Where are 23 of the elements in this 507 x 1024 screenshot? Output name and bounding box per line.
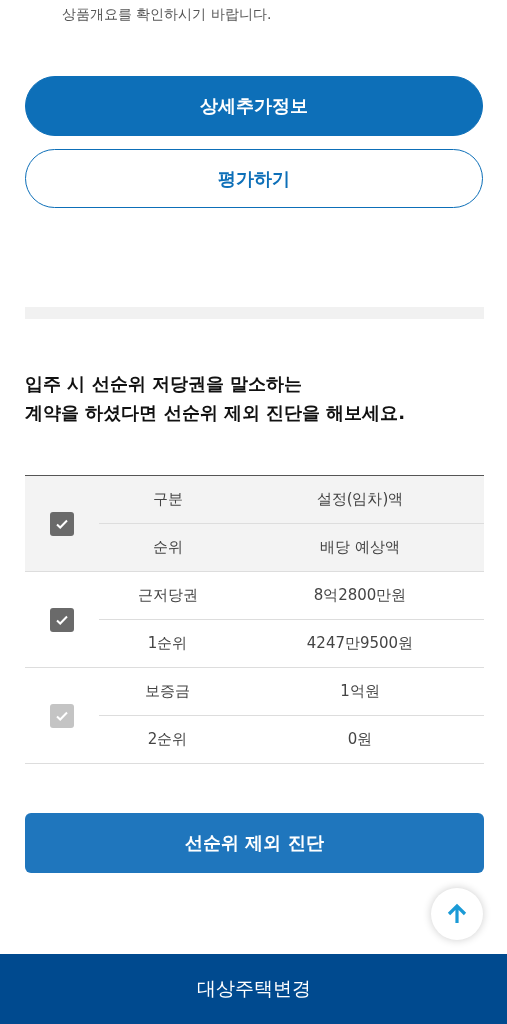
table-cell: 4247만9500원 bbox=[236, 619, 484, 668]
table-cell: 0원 bbox=[236, 715, 484, 764]
info-button[interactable]: 상세추가정보 bbox=[25, 76, 483, 136]
column-header: 배당 예상액 bbox=[236, 523, 484, 572]
rate-button[interactable]: 평가하기 bbox=[25, 149, 483, 208]
column-header: 설정(임차)액 bbox=[236, 475, 484, 524]
checkbox[interactable] bbox=[50, 607, 74, 632]
table-cell: 근저당권 bbox=[99, 571, 236, 620]
table-cell: 2순위 bbox=[99, 715, 236, 764]
checkbox[interactable] bbox=[50, 511, 74, 536]
table-cell: 1순위 bbox=[99, 619, 236, 668]
table-cell: 보증금 bbox=[99, 667, 236, 716]
arrow-up-icon bbox=[445, 902, 469, 926]
scroll-top-button[interactable] bbox=[431, 888, 483, 940]
diagnose-button[interactable]: 선순위 제외 진단 bbox=[25, 813, 484, 873]
column-header: 구분 bbox=[99, 475, 236, 524]
column-header: 순위 bbox=[99, 523, 236, 572]
section-heading: 계약을 하셨다면 선순위 제외 진단을 해보세요. bbox=[25, 401, 407, 425]
table-cell: 1억원 bbox=[236, 667, 484, 716]
section-heading: 입주 시 선순위 저당권을 말소하는 bbox=[25, 372, 304, 396]
table-cell: 8억2800만원 bbox=[236, 571, 484, 620]
change-house-bar[interactable]: 대상주택변경 bbox=[0, 954, 507, 1024]
notice-text: 상품개요를 확인하시기 바랍니다. bbox=[62, 6, 273, 24]
